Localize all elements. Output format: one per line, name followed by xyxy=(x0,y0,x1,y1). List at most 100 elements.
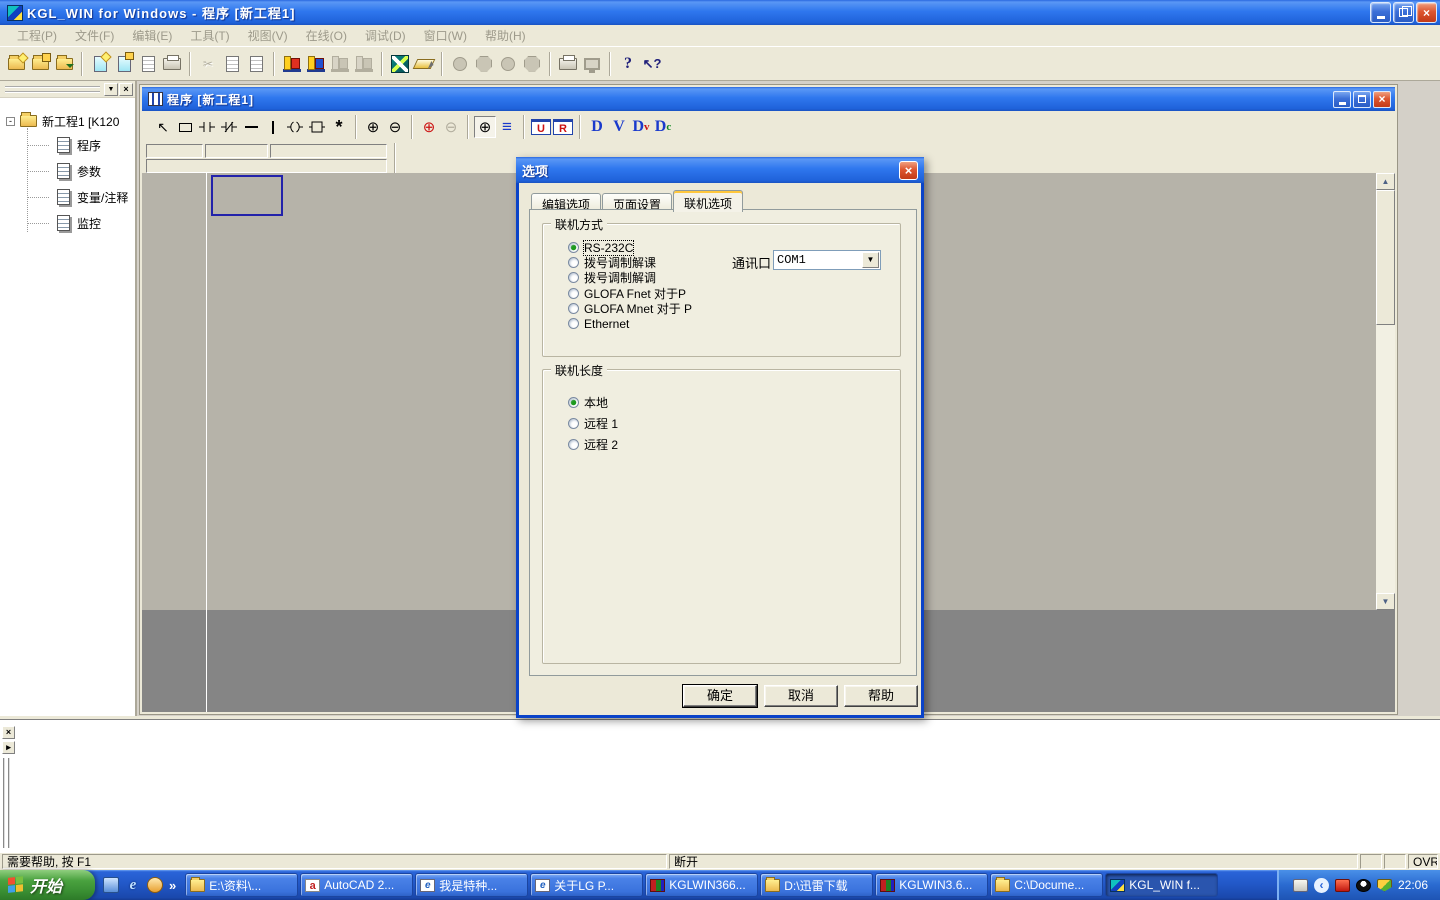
menu-edit[interactable]: 编辑(E) xyxy=(123,25,181,46)
vertical-scrollbar[interactable]: ▲ ▼ xyxy=(1376,173,1395,610)
scroll-down-button[interactable]: ▼ xyxy=(1376,593,1395,610)
run-button[interactable] xyxy=(448,52,472,76)
quicklaunch-ie-icon[interactable]: e xyxy=(125,877,141,893)
task-button-documents[interactable]: C:\Docume... xyxy=(990,873,1103,897)
task-button-webpage-1[interactable]: e 我是特种... xyxy=(415,873,528,897)
menu-help[interactable]: 帮助(H) xyxy=(476,25,535,46)
doc-minimize-button[interactable] xyxy=(1333,91,1351,108)
tab-online-options[interactable]: 联机选项 xyxy=(673,190,743,212)
menu-view[interactable]: 视图(V) xyxy=(239,25,297,46)
copy-button[interactable] xyxy=(220,52,244,76)
vline-tool-button[interactable] xyxy=(262,116,284,138)
radio-dialup-modem-1[interactable]: 拨号调制解课 xyxy=(568,256,656,269)
data-dv-button[interactable]: Dv xyxy=(630,116,652,138)
radio-local[interactable]: 本地 xyxy=(568,396,608,409)
menu-debug[interactable]: 调试(D) xyxy=(356,25,415,46)
dropdown-arrow-icon[interactable]: ▼ xyxy=(862,252,879,268)
contact-nc-button[interactable] xyxy=(218,116,240,138)
address-cell[interactable] xyxy=(146,144,203,158)
paste-button[interactable] xyxy=(244,52,268,76)
com-port-select[interactable]: COM1 ▼ xyxy=(773,250,881,270)
zoom-in-button[interactable]: ⊕ xyxy=(362,116,384,138)
zoom-page-button[interactable]: ⊕ xyxy=(474,116,496,138)
mnemonic-view-button[interactable] xyxy=(304,52,328,76)
minimize-button[interactable] xyxy=(1370,2,1391,23)
task-button-explorer[interactable]: E:\资料\... xyxy=(185,873,298,897)
quicklaunch-more-icon[interactable]: » xyxy=(169,878,176,893)
save-file-button[interactable] xyxy=(136,52,160,76)
select-tool-button[interactable]: ↖ xyxy=(152,116,174,138)
radio-glofa-fnet[interactable]: GLOFA Fnet 对于P xyxy=(568,287,686,300)
doc-maximize-button[interactable] xyxy=(1353,91,1371,108)
start-button[interactable]: 开始 xyxy=(0,870,95,900)
scroll-up-button[interactable]: ▲ xyxy=(1376,173,1395,190)
radio-dialup-modem-2[interactable]: 拨号调制解调 xyxy=(568,271,656,284)
tray-reader-icon[interactable] xyxy=(1335,879,1350,892)
output-close-button[interactable]: × xyxy=(2,726,15,739)
hline-tool-button[interactable] xyxy=(240,116,262,138)
block-tool-button[interactable] xyxy=(306,116,328,138)
task-button-winrar-2[interactable]: KGLWIN3.6... xyxy=(875,873,988,897)
contact-no-button[interactable] xyxy=(196,116,218,138)
tray-chevron-icon[interactable]: ‹ xyxy=(1314,878,1329,893)
tree-item-variables[interactable]: 变量/注释 xyxy=(0,184,135,210)
coil-tool-button[interactable] xyxy=(284,116,306,138)
menu-project[interactable]: 工程(P) xyxy=(8,25,66,46)
reset-coil-button[interactable]: R xyxy=(552,116,574,138)
open-file-button[interactable] xyxy=(112,52,136,76)
address-cell[interactable] xyxy=(205,144,268,158)
context-help-button[interactable]: ↖? xyxy=(640,52,664,76)
panel-grip[interactable] xyxy=(5,86,100,93)
quicklaunch-desktop-icon[interactable] xyxy=(103,877,119,893)
open-project-button[interactable] xyxy=(28,52,52,76)
radio-remote-1[interactable]: 远程 1 xyxy=(568,417,618,430)
new-file-button[interactable] xyxy=(88,52,112,76)
align-button[interactable]: ≡ xyxy=(496,116,518,138)
doc-close-button[interactable]: × xyxy=(1373,91,1391,108)
tray-antivirus-icon[interactable] xyxy=(1377,879,1392,892)
collapse-icon[interactable]: - xyxy=(6,117,15,126)
tree-root-node[interactable]: - 新工程1 [K120 xyxy=(0,110,135,132)
restore-button[interactable] xyxy=(1393,2,1414,23)
task-button-autocad[interactable]: a AutoCAD 2... xyxy=(300,873,413,897)
ime-keyboard-icon[interactable] xyxy=(1293,879,1308,892)
menu-tools[interactable]: 工具(T) xyxy=(181,25,238,46)
print-button[interactable] xyxy=(160,52,184,76)
ok-button[interactable]: 确定 xyxy=(683,685,757,707)
radio-glofa-mnet[interactable]: GLOFA Mnet 对于 P xyxy=(568,302,692,315)
task-button-downloads[interactable]: D:\迅雷下载 xyxy=(760,873,873,897)
tree-item-program[interactable]: 程序 xyxy=(0,132,135,158)
monitor-start-button[interactable] xyxy=(520,52,544,76)
save-project-button[interactable] xyxy=(52,52,76,76)
scrollbar-thumb[interactable] xyxy=(1376,190,1395,325)
help-button[interactable]: ? xyxy=(616,52,640,76)
set-coil-button[interactable]: U xyxy=(530,116,552,138)
zoom-fit-button[interactable]: ⊖ xyxy=(440,116,462,138)
menu-online[interactable]: 在线(O) xyxy=(297,25,356,46)
address-cell[interactable] xyxy=(270,144,387,158)
panel-menu-button[interactable]: ▼ xyxy=(104,83,118,96)
rect-tool-button[interactable] xyxy=(174,116,196,138)
task-button-winrar-1[interactable]: KGLWIN366... xyxy=(645,873,758,897)
comment-field[interactable] xyxy=(146,159,387,173)
ladder-view-button[interactable] xyxy=(280,52,304,76)
zoom-width-button[interactable]: ⊕ xyxy=(418,116,440,138)
data-d-button[interactable]: D xyxy=(586,116,608,138)
radio-remote-2[interactable]: 远程 2 xyxy=(568,438,618,451)
ladder-delete-button[interactable] xyxy=(352,52,376,76)
cancel-button[interactable]: 取消 xyxy=(764,685,838,707)
close-button[interactable]: × xyxy=(1416,2,1437,23)
radio-rs232c[interactable]: RS-232C xyxy=(568,241,633,254)
cut-button[interactable]: ✂ xyxy=(196,52,220,76)
stop-button[interactable] xyxy=(472,52,496,76)
task-button-kglwin[interactable]: KGL_WIN f... xyxy=(1105,873,1218,897)
download-button[interactable] xyxy=(556,52,580,76)
ladder-insert-button[interactable] xyxy=(328,52,352,76)
panel-close-button[interactable]: × xyxy=(119,83,133,96)
output-grip[interactable] xyxy=(3,758,10,848)
pause-button[interactable] xyxy=(496,52,520,76)
clear-button[interactable] xyxy=(412,52,436,76)
tray-qq-icon[interactable] xyxy=(1356,879,1371,892)
compile-button[interactable] xyxy=(388,52,412,76)
output-expand-button[interactable]: ▸ xyxy=(2,741,15,754)
